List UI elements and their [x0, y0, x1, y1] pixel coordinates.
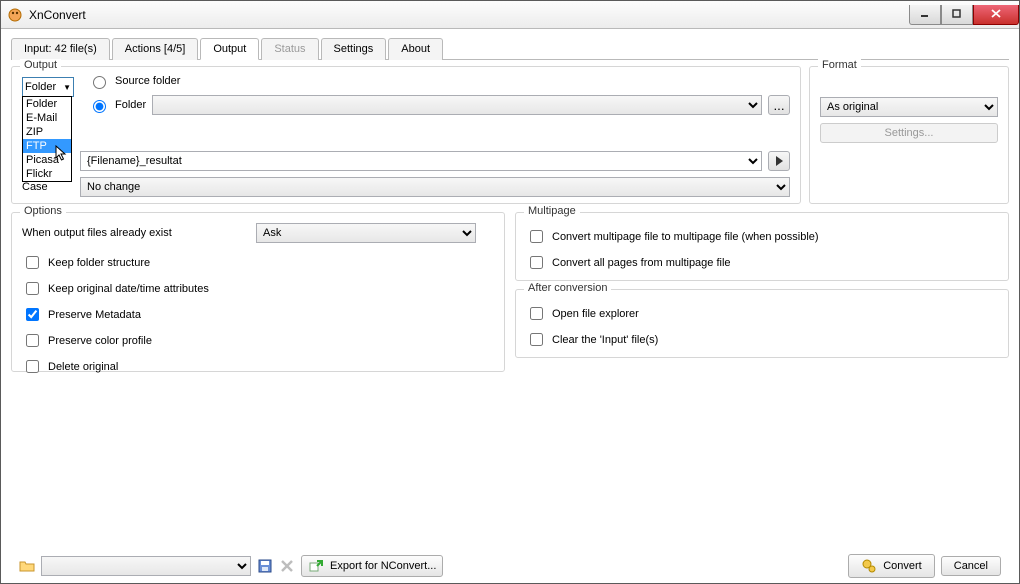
folder-path-select[interactable]	[152, 95, 762, 115]
export-icon	[308, 558, 324, 574]
exist-label: When output files already exist	[22, 227, 250, 239]
open-folder-icon[interactable]	[19, 558, 35, 574]
gears-icon	[861, 558, 877, 574]
after-group-title: After conversion	[524, 282, 611, 294]
titlebar: XnConvert	[1, 1, 1019, 29]
keep-date-checkbox[interactable]	[26, 282, 39, 295]
preserve-meta-label: Preserve Metadata	[48, 309, 141, 321]
app-window: XnConvert Input: 42 file(s) Actions [4/5…	[0, 0, 1020, 584]
convert-mp-label: Convert multipage file to multipage file…	[552, 231, 819, 243]
format-settings-button[interactable]: Settings...	[820, 123, 998, 143]
options-group-title: Options	[20, 205, 66, 217]
output-group-title: Output	[20, 59, 61, 71]
source-folder-radio[interactable]	[93, 76, 106, 89]
output-group: Output Folder ▼ Folder E-Mail ZIP FTP	[11, 66, 801, 204]
preserve-meta-checkbox[interactable]	[26, 308, 39, 321]
dropdown-item-zip[interactable]: ZIP	[23, 125, 71, 139]
save-icon[interactable]	[257, 558, 273, 574]
window-controls	[909, 5, 1019, 25]
preset-select[interactable]	[41, 556, 251, 576]
tab-input[interactable]: Input: 42 file(s)	[11, 38, 110, 60]
close-button[interactable]	[973, 5, 1019, 25]
dropdown-item-folder[interactable]: Folder	[23, 97, 71, 111]
filename-play-button[interactable]	[768, 151, 790, 171]
tab-about[interactable]: About	[388, 38, 443, 60]
preserve-color-label: Preserve color profile	[48, 335, 152, 347]
maximize-button[interactable]	[941, 5, 973, 25]
options-group: Options When output files already exist …	[11, 212, 505, 372]
chevron-down-icon: ▼	[63, 83, 71, 92]
tab-output[interactable]: Output	[200, 38, 259, 60]
source-folder-label: Source folder	[115, 75, 180, 87]
output-type-value: Folder	[25, 81, 56, 93]
format-select[interactable]: As original	[820, 97, 998, 117]
minimize-button[interactable]	[909, 5, 941, 25]
app-icon	[7, 7, 23, 23]
case-label: Case	[22, 181, 74, 193]
keep-folder-checkbox[interactable]	[26, 256, 39, 269]
clear-input-label: Clear the 'Input' file(s)	[552, 334, 658, 346]
window-title: XnConvert	[29, 8, 86, 22]
export-nconvert-button[interactable]: Export for NConvert...	[301, 555, 443, 577]
cancel-button[interactable]: Cancel	[941, 556, 1001, 576]
browse-button[interactable]: ...	[768, 95, 790, 115]
dropdown-item-ftp[interactable]: FTP	[23, 139, 71, 153]
output-type-select[interactable]: Folder ▼	[22, 77, 74, 97]
filename-select[interactable]: {Filename}_resultat	[80, 151, 762, 171]
tab-settings[interactable]: Settings	[321, 38, 387, 60]
tab-status[interactable]: Status	[261, 38, 318, 60]
delete-original-checkbox[interactable]	[26, 360, 39, 373]
tab-bar: Input: 42 file(s) Actions [4/5] Output S…	[11, 37, 1009, 60]
convert-mp-checkbox[interactable]	[530, 230, 543, 243]
clear-input-checkbox[interactable]	[530, 333, 543, 346]
keep-folder-label: Keep folder structure	[48, 257, 150, 269]
dropdown-item-flickr[interactable]: Flickr	[23, 167, 71, 181]
delete-original-label: Delete original	[48, 361, 118, 373]
format-group-title: Format	[818, 59, 861, 71]
multipage-group-title: Multipage	[524, 205, 580, 217]
convert-all-label: Convert all pages from multipage file	[552, 257, 731, 269]
folder-radio[interactable]	[93, 100, 106, 113]
convert-all-checkbox[interactable]	[530, 256, 543, 269]
convert-button[interactable]: Convert	[848, 554, 935, 578]
keep-date-label: Keep original date/time attributes	[48, 283, 209, 295]
exist-select[interactable]: Ask	[256, 223, 476, 243]
case-select[interactable]: No change	[80, 177, 790, 197]
dropdown-item-email[interactable]: E-Mail	[23, 111, 71, 125]
preserve-color-checkbox[interactable]	[26, 334, 39, 347]
folder-label: Folder	[115, 99, 146, 111]
content-area: Input: 42 file(s) Actions [4/5] Output S…	[1, 29, 1019, 583]
play-icon	[775, 156, 783, 166]
footer-bar: Export for NConvert... Convert Cancel	[11, 549, 1009, 583]
open-explorer-checkbox[interactable]	[530, 307, 543, 320]
delete-icon[interactable]	[279, 558, 295, 574]
format-group: Format As original Settings...	[809, 66, 1009, 204]
output-type-dropdown: Folder E-Mail ZIP FTP Picasa Flickr	[22, 96, 72, 182]
dropdown-item-picasa[interactable]: Picasa	[23, 153, 71, 167]
open-explorer-label: Open file explorer	[552, 308, 639, 320]
multipage-group: Multipage Convert multipage file to mult…	[515, 212, 1009, 281]
tab-actions[interactable]: Actions [4/5]	[112, 38, 199, 60]
after-group: After conversion Open file explorer Clea…	[515, 289, 1009, 358]
